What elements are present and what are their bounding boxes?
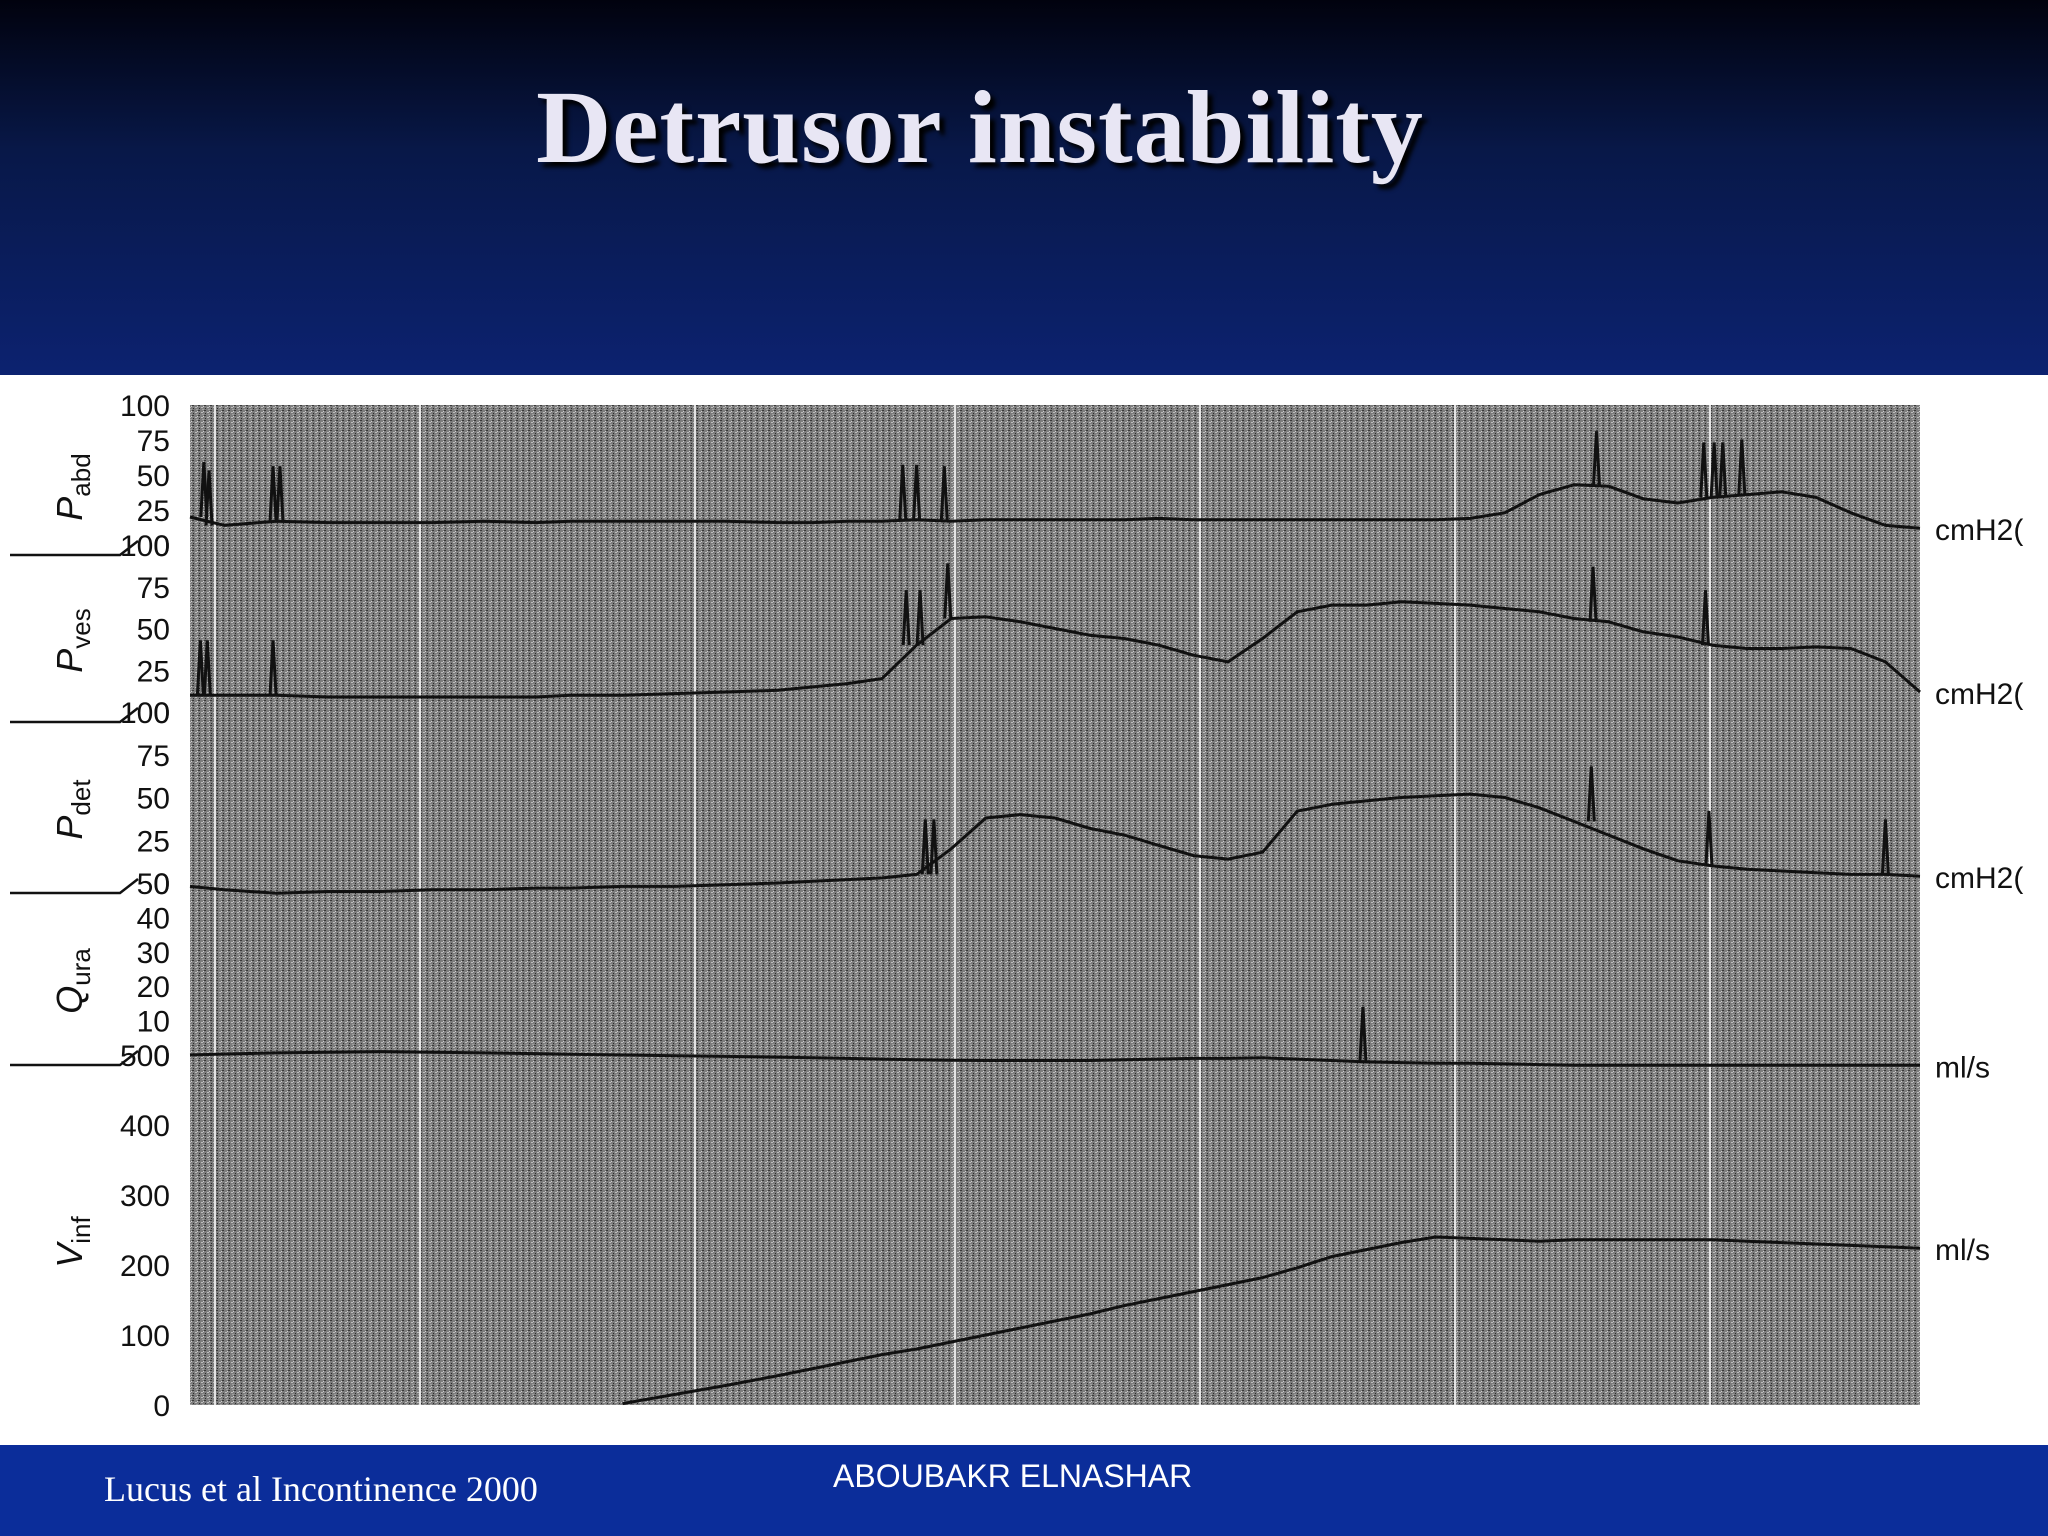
panel-separator bbox=[10, 540, 139, 557]
tick-label: 25 bbox=[137, 655, 170, 688]
tick-label: 100 bbox=[120, 530, 170, 563]
slide-header bbox=[0, 0, 2048, 375]
panel-separator bbox=[10, 1050, 139, 1067]
plot-background bbox=[190, 405, 1920, 1405]
tick-label: 0 bbox=[153, 1390, 170, 1423]
axis-label-subscript: abd bbox=[66, 453, 96, 496]
tick-label: 200 bbox=[120, 1250, 170, 1283]
tick-label: 50 bbox=[137, 868, 170, 901]
panel-axis-label: Vinf bbox=[49, 1215, 96, 1267]
axis-label-main: V bbox=[49, 1241, 90, 1268]
tick-label: 300 bbox=[120, 1180, 170, 1213]
tick-label: 400 bbox=[120, 1110, 170, 1143]
panel-separator bbox=[10, 707, 139, 724]
axis-label-subscript: det bbox=[66, 779, 96, 816]
tick-label: 20 bbox=[137, 971, 170, 1004]
tick-label: 25 bbox=[137, 825, 170, 858]
tick-label: 75 bbox=[137, 425, 170, 458]
urodynamic-chart: 1007550250PabdcmH2(1007550250PvescmH2(10… bbox=[10, 390, 2023, 1423]
panel-axis-label: Pves bbox=[49, 608, 96, 672]
tick-label: 50 bbox=[137, 614, 170, 647]
unit-label: cmH2( bbox=[1935, 862, 2023, 895]
citation-text: Lucus et al Incontinence 2000 bbox=[104, 1469, 538, 1509]
unit-label: ml/s bbox=[1935, 1234, 1990, 1267]
tick-label: 50 bbox=[137, 460, 170, 493]
unit-label: ml/s bbox=[1935, 1051, 1990, 1084]
panel-separator bbox=[10, 878, 139, 895]
tick-label: 100 bbox=[120, 697, 170, 730]
urodynamic-figure: 100 75 50 25 0 Pabd cmH2(100 75 50 25 0 Pves cmH2(10… bbox=[0, 375, 2048, 1445]
author-text: ABOUBAKR ELNASHAR bbox=[833, 1458, 1193, 1494]
panel-axis-label: Pabd bbox=[49, 453, 96, 520]
tick-label: 50 bbox=[137, 783, 170, 816]
panel-axis-label: Qura bbox=[49, 948, 96, 1014]
axis-label-subscript: ves bbox=[66, 608, 96, 648]
panel-axis-label: Pdet bbox=[49, 779, 96, 840]
axis-label-main: P bbox=[49, 816, 90, 840]
unit-label: cmH2( bbox=[1935, 678, 2023, 711]
axis-label-main: P bbox=[49, 497, 90, 521]
axis-label-subscript: ura bbox=[66, 948, 96, 986]
tick-label: 30 bbox=[137, 937, 170, 970]
tick-label: 40 bbox=[137, 902, 170, 935]
tick-label: 10 bbox=[137, 1006, 170, 1039]
tick-label: 100 bbox=[120, 1320, 170, 1353]
tick-label: 75 bbox=[137, 740, 170, 773]
axis-label-main: Q bbox=[49, 986, 90, 1014]
axis-label-main: P bbox=[49, 649, 90, 673]
axis-label-subscript: inf bbox=[66, 1215, 96, 1243]
slide-title: Detrusor instability bbox=[536, 70, 1424, 185]
tick-label: 75 bbox=[137, 572, 170, 605]
tick-label: 500 bbox=[120, 1040, 170, 1073]
tick-label: 25 bbox=[137, 495, 170, 528]
unit-label: cmH2( bbox=[1935, 514, 2023, 547]
tick-label: 100 bbox=[120, 390, 170, 423]
